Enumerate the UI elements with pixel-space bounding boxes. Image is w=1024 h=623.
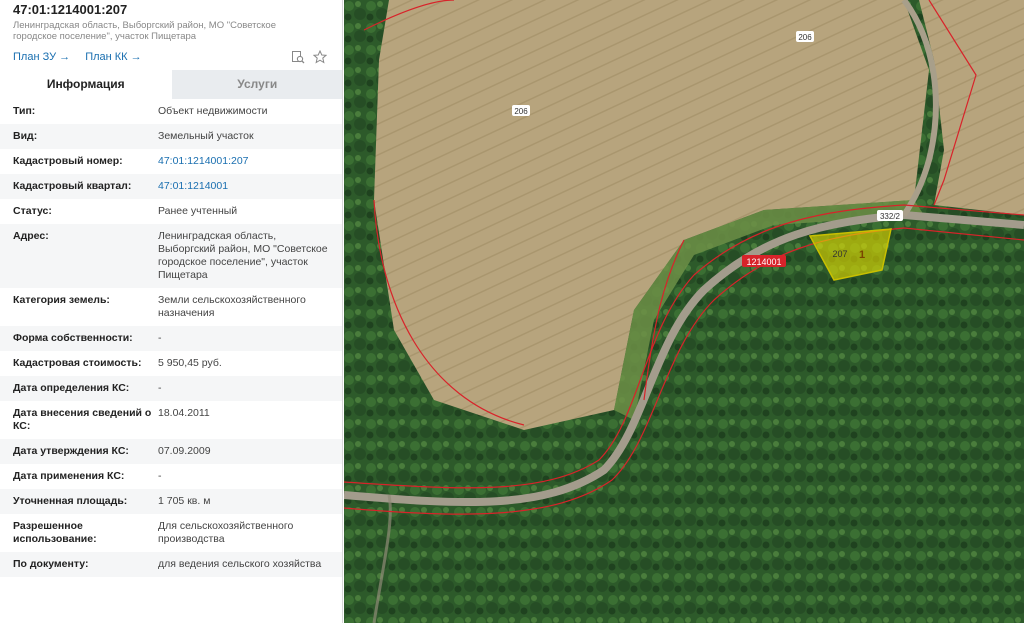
info-row: Кадастровый квартал: 47:01:1214001 — [0, 174, 342, 199]
label-332-2: 332/2 — [880, 212, 901, 221]
info-row-value: Земли сельскохозяйственного назначения — [158, 294, 306, 319]
info-row-value: 1 705 кв. м — [158, 495, 211, 507]
label-207: 207 — [832, 249, 847, 259]
panel-header: 47:01:1214001:207 Ленинградская область,… — [0, 0, 342, 42]
info-row-key: Разрешенное использование: — [13, 520, 97, 545]
cadastral-map-app: 47:01:1214001:207 Ленинградская область,… — [0, 0, 1024, 623]
info-row: По документу: для ведения сельского хозяй… — [0, 552, 342, 577]
info-row-value[interactable]: 47:01:1214001 — [158, 180, 328, 193]
info-row: Дата утверждения КС: 07.09.2009 — [0, 439, 342, 464]
label-206-b: 206 — [798, 33, 812, 42]
plan-kk-link[interactable]: План КК → — [85, 51, 141, 63]
tab-info[interactable]: Информация — [0, 70, 172, 99]
info-row: Тип: Объект недвижимости — [0, 99, 342, 124]
info-row-value: Ленинградская область, Выборгский район,… — [158, 230, 328, 281]
info-row-value: Ранее учтенный — [158, 205, 238, 217]
info-row-key: Тип: — [13, 105, 36, 117]
info-row-key: Статус: — [13, 205, 52, 217]
parcel-address: Ленинградская область, Выборгский район,… — [13, 20, 276, 42]
star-icon[interactable] — [312, 49, 328, 64]
info-row-key: Вид: — [13, 130, 38, 142]
info-row-value: 5 950,45 руб. — [158, 357, 222, 369]
info-row-key: По документу: — [13, 558, 89, 570]
plan-zu-link[interactable]: План ЗУ → — [13, 51, 70, 63]
plan-links: План ЗУ → План КК → — [13, 49, 329, 67]
info-panel: 47:01:1214001:207 Ленинградская область,… — [0, 0, 343, 623]
info-row-value: - — [158, 382, 162, 394]
info-row: Дата определения КС: - — [0, 376, 342, 401]
info-row-value: Земельный участок — [158, 130, 254, 142]
info-row-value: 07.09.2009 — [158, 445, 211, 457]
info-row-key: Дата применения КС: — [13, 470, 125, 482]
info-row-key: Дата определения КС: — [13, 382, 130, 394]
info-row: Разрешенное использование: Для сельскохоз… — [0, 514, 342, 552]
info-row: Кадастровая стоимость: 5 950,45 руб. — [0, 351, 342, 376]
info-row-value: для ведения сельского хозяйства — [158, 558, 322, 570]
map-view[interactable]: 206 206 332/2 207 1 1214001 — [344, 0, 1024, 623]
info-row: Статус: Ранее учтенный — [0, 199, 342, 224]
info-row: Дата внесения сведений о КС: 18.04.2011 — [0, 401, 342, 439]
satellite-map[interactable]: 206 206 332/2 207 1 1214001 — [344, 0, 1024, 623]
info-table: Тип: Объект недвижимости Вид: Земельный уча… — [0, 99, 342, 577]
info-row: Вид: Земельный участок — [0, 124, 342, 149]
info-row-key: Адрес: — [13, 230, 49, 242]
info-row-key: Дата утверждения КС: — [13, 445, 129, 457]
info-row-key: Кадастровый номер: — [13, 155, 123, 167]
info-row-key: Уточненная площадь: — [13, 495, 128, 507]
info-row: Кадастровый номер: 47:01:1214001:207 — [0, 149, 342, 174]
search-document-icon[interactable] — [291, 50, 305, 64]
info-row-value: Объект недвижимости — [158, 105, 268, 117]
panel-tools — [291, 49, 328, 64]
info-row-value[interactable]: 47:01:1214001:207 — [158, 155, 328, 168]
info-row-key: Дата внесения сведений о КС: — [13, 407, 152, 432]
info-row: Адрес: Ленинградская область, Выборгский … — [0, 224, 342, 288]
info-row-value: Для сельскохозяйственного производства — [158, 520, 294, 545]
info-row-value: - — [158, 332, 162, 344]
label-quarter: 1214001 — [746, 257, 781, 267]
parcel-title: 47:01:1214001:207 — [13, 2, 128, 17]
info-row-key: Кадастровый квартал: — [13, 180, 132, 192]
info-row-value: - — [158, 470, 162, 482]
panel-tabs: Информация Услуги — [0, 70, 342, 99]
info-row: Дата применения КС: - — [0, 464, 342, 489]
tab-services[interactable]: Услуги — [171, 70, 342, 99]
label-1: 1 — [859, 249, 865, 261]
info-row: Категория земель: Земли сельскохозяйствен… — [0, 288, 342, 326]
info-row: Форма собственности: - — [0, 326, 342, 351]
info-row-key: Форма собственности: — [13, 332, 133, 344]
info-row-key: Кадастровая стоимость: — [13, 357, 142, 369]
info-row-value: 18.04.2011 — [158, 407, 210, 419]
info-row: Уточненная площадь: 1 705 кв. м — [0, 489, 342, 514]
label-206-a: 206 — [514, 107, 528, 116]
info-row-key: Категория земель: — [13, 294, 110, 306]
